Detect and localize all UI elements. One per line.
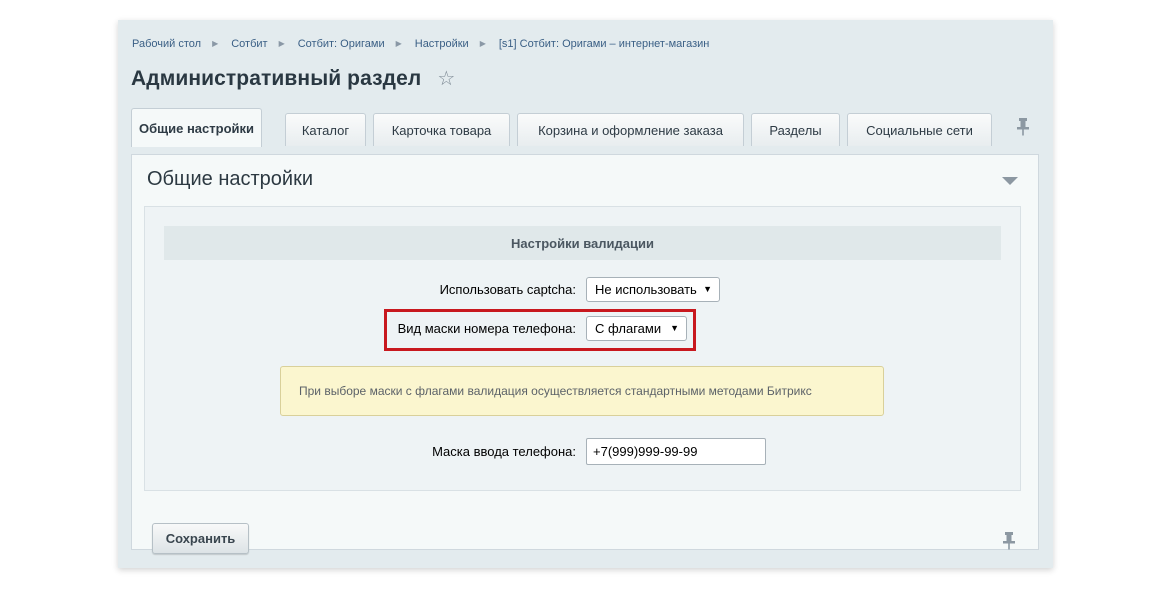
captcha-select-value: Не использовать: [595, 282, 697, 297]
save-button[interactable]: Сохранить: [152, 523, 249, 554]
page-title: Административный раздел: [131, 67, 422, 90]
breadcrumb-separator-icon: ▶: [395, 39, 402, 48]
tab-cart-checkout[interactable]: Корзина и оформление заказа: [517, 113, 744, 146]
pin-icon[interactable]: [1016, 117, 1030, 137]
mask-type-select[interactable]: С флагами ▼: [586, 316, 687, 341]
breadcrumb-separator-icon: ▶: [278, 39, 285, 48]
breadcrumb-item-settings[interactable]: Настройки: [415, 38, 469, 50]
mask-type-label: Вид маски номера телефона:: [397, 321, 576, 336]
dropdown-arrow-icon: ▼: [703, 284, 712, 294]
breadcrumb: Рабочий стол ▶ Сотбит ▶ Сотбит: Оригами ▶ Наст…: [132, 38, 709, 50]
validation-settings-block: Настройки валидации Использовать captcha…: [144, 206, 1021, 491]
tab-catalog[interactable]: Каталог: [285, 113, 366, 146]
tab-sections[interactable]: Разделы: [751, 113, 840, 146]
breadcrumb-item-site[interactable]: [s1] Сотбит: Оригами – интернет-магазин: [499, 38, 710, 50]
breadcrumb-item-sotbit[interactable]: Сотбит: [231, 38, 267, 50]
admin-window: Рабочий стол ▶ Сотбит ▶ Сотбит: Оригами ▶ Наст…: [118, 20, 1053, 568]
title-row: Административный раздел ☆: [131, 67, 455, 91]
star-icon[interactable]: ☆: [437, 69, 455, 89]
validation-group-header: Настройки валидации: [164, 226, 1001, 260]
breadcrumb-item-desktop[interactable]: Рабочий стол: [132, 38, 201, 50]
dropdown-arrow-icon: ▼: [670, 323, 679, 333]
breadcrumb-separator-icon: ▶: [212, 39, 219, 48]
pin-icon[interactable]: [1002, 531, 1016, 551]
captcha-label: Использовать captcha:: [439, 282, 576, 297]
captcha-select[interactable]: Не использовать ▼: [586, 277, 720, 302]
collapse-icon[interactable]: [1002, 177, 1018, 185]
tab-general-settings[interactable]: Общие настройки: [131, 108, 262, 147]
tab-social-networks[interactable]: Социальные сети: [847, 113, 992, 146]
tab-product-card[interactable]: Карточка товара: [373, 113, 510, 146]
info-note: При выборе маски с флагами валидация осу…: [280, 366, 884, 416]
settings-panel: Общие настройки Настройки валидации Испо…: [131, 154, 1039, 554]
breadcrumb-separator-icon: ▶: [479, 39, 486, 48]
section-title: Общие настройки: [147, 168, 313, 190]
breadcrumb-item-origami[interactable]: Сотбит: Оригами: [298, 38, 385, 50]
phone-mask-label: Маска ввода телефона:: [432, 444, 576, 459]
phone-mask-input[interactable]: +7(999)999-99-99: [586, 438, 766, 465]
mask-type-select-value: С флагами: [595, 321, 662, 336]
